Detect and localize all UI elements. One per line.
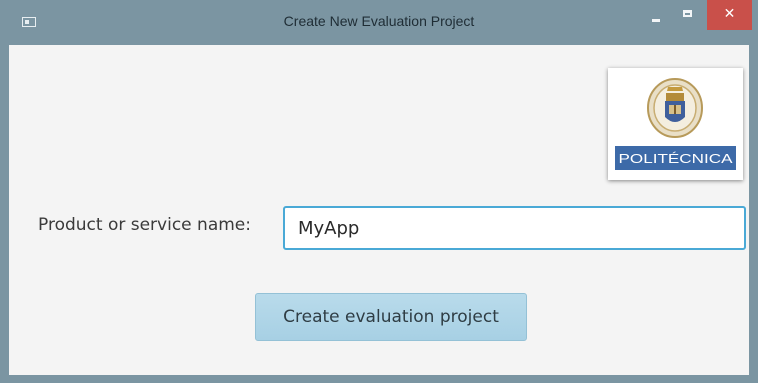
title-bar[interactable]: Create New Evaluation Project ✕ — [0, 0, 758, 45]
university-logo: POLITÉCNICA — [608, 68, 743, 180]
product-name-input[interactable] — [283, 206, 746, 250]
maximize-button[interactable] — [672, 0, 702, 30]
dialog-content: POLITÉCNICA Product or service name: Cre… — [9, 45, 749, 375]
close-icon: ✕ — [723, 6, 736, 22]
logo-wordmark-text: POLITÉCNICA — [619, 151, 733, 166]
minimize-button[interactable] — [640, 0, 670, 30]
close-button[interactable]: ✕ — [707, 0, 752, 30]
product-name-label: Product or service name: — [38, 215, 251, 235]
dialog-window: Create New Evaluation Project ✕ POLITÉCN… — [0, 0, 758, 383]
upm-seal-icon — [647, 78, 703, 138]
create-evaluation-project-button[interactable]: Create evaluation project — [255, 293, 527, 341]
politecnica-wordmark: POLITÉCNICA — [615, 146, 736, 170]
